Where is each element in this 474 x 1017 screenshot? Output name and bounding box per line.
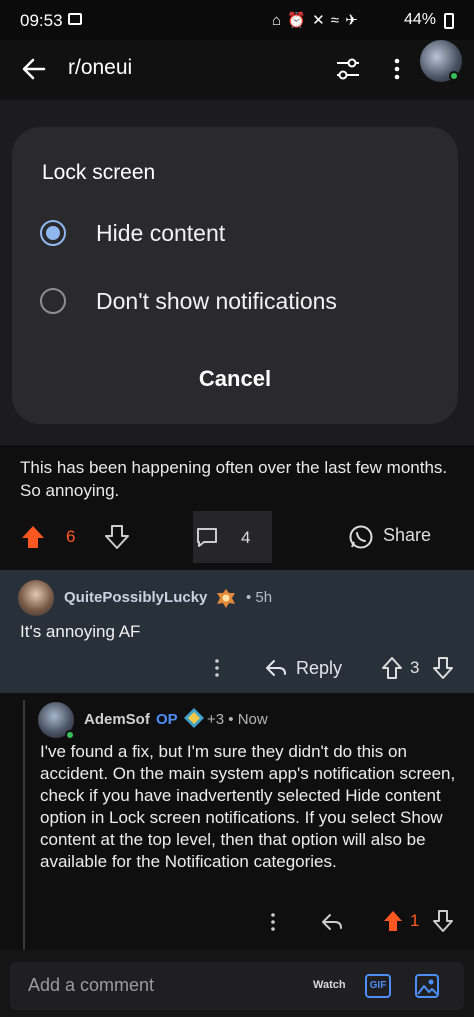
more-options-icon[interactable]: [264, 910, 282, 934]
post-actions: 6 4 Share: [0, 510, 474, 564]
vote-count: 6: [66, 527, 76, 546]
reply-button[interactable]: Reply: [296, 658, 342, 679]
lock-screen-dialog: Lock screen Hide content Don't show noti…: [12, 127, 458, 424]
downvote-icon[interactable]: [104, 524, 130, 550]
comment-input[interactable]: Add a comment: [28, 975, 154, 996]
option-hide-content[interactable]: Hide content: [40, 211, 440, 255]
screen-record-icon: [68, 13, 82, 25]
option-label: Don't show notifications: [96, 288, 337, 314]
watch-button[interactable]: Watch: [313, 979, 346, 991]
upvote-icon[interactable]: [382, 909, 404, 933]
comment-text: It's annoying AF: [20, 622, 141, 641]
radio-unselected-icon[interactable]: [40, 288, 66, 314]
post-body: This has been happening often over the l…: [20, 458, 448, 500]
comments-button[interactable]: 4: [193, 511, 272, 563]
comment: QuitePossiblyLucky • 5h It's annoying AF…: [0, 570, 474, 693]
option-dont-show-notifications[interactable]: Don't show notifications: [40, 279, 440, 323]
upvote-icon[interactable]: [381, 656, 403, 680]
battery-level: 44%: [404, 11, 437, 28]
op-badge: OP: [156, 711, 178, 728]
comment-meta: +3 • Now: [207, 711, 268, 728]
share-button[interactable]: Share: [383, 525, 431, 546]
downvote-icon[interactable]: [432, 656, 454, 680]
vote-count: 3: [410, 658, 420, 677]
more-options-icon[interactable]: [385, 54, 409, 84]
filter-icon[interactable]: [333, 54, 363, 84]
more-options-icon[interactable]: [208, 656, 226, 680]
vote-count: 1: [410, 911, 420, 930]
thread-line[interactable]: [23, 700, 25, 950]
online-indicator: [65, 730, 75, 740]
flair-badge-icon: [217, 589, 235, 608]
commenter-avatar[interactable]: [18, 580, 54, 616]
flair-badge-icon: [184, 708, 204, 728]
reply-icon[interactable]: [320, 911, 344, 933]
comment-username[interactable]: QuitePossiblyLucky: [64, 589, 207, 606]
radio-selected-icon[interactable]: [40, 220, 66, 246]
cancel-button[interactable]: Cancel: [162, 359, 308, 399]
whatsapp-share-icon[interactable]: [348, 524, 374, 550]
back-arrow-icon[interactable]: [18, 52, 52, 86]
status-bar: 09:53 ⌂ ⏰ ✕ ≈ ✈ 44%: [0, 0, 474, 40]
gif-button[interactable]: GIF: [365, 974, 391, 998]
online-indicator: [449, 71, 459, 81]
subreddit-title: r/oneui: [68, 56, 133, 79]
comment-text: I've found a fix, but I'm sure they didn…: [40, 742, 456, 871]
comment-time: • 5h: [246, 589, 273, 606]
reply-icon[interactable]: [264, 657, 288, 679]
dialog-title: Lock screen: [42, 161, 156, 184]
app-header: r/oneui: [0, 40, 474, 100]
battery-icon: [444, 13, 454, 29]
comment-username[interactable]: AdemSof: [84, 711, 150, 728]
comment-icon: [197, 528, 217, 547]
upvote-icon[interactable]: [20, 524, 46, 550]
comment-composer[interactable]: Add a comment Watch GIF: [10, 962, 464, 1010]
image-icon[interactable]: [414, 973, 440, 999]
downvote-icon[interactable]: [432, 909, 454, 933]
option-label: Hide content: [96, 220, 226, 246]
status-time: 09:53: [20, 11, 63, 30]
status-icons: ⌂ ⏰ ✕ ≈ ✈: [272, 12, 359, 29]
comment-count: 4: [241, 528, 251, 547]
